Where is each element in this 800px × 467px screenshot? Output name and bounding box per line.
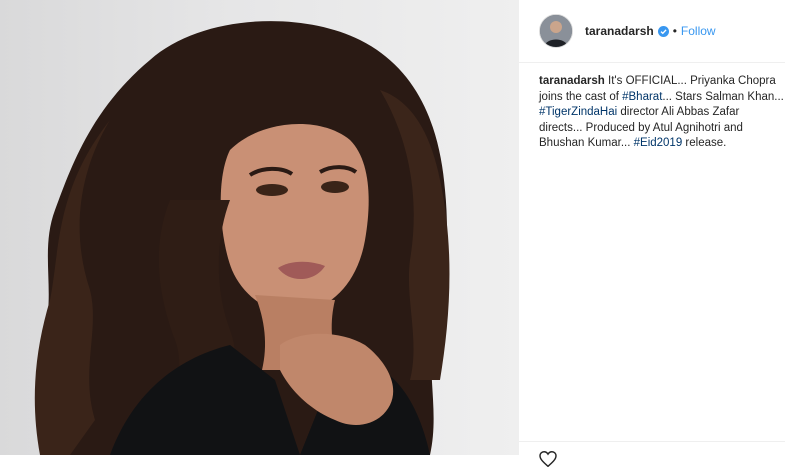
heart-icon[interactable] [539,451,557,467]
hashtag-link[interactable]: #Eid2019 [634,137,683,149]
separator-dot: • [672,24,677,38]
post-sidebar: taranadarsh • Follow taranadarsh It's OF… [518,0,800,467]
follow-button[interactable]: Follow [681,24,716,38]
header-username[interactable]: taranadarsh [585,24,654,38]
post-header: taranadarsh • Follow [519,0,785,63]
avatar[interactable] [539,14,573,48]
avatar-image [540,15,572,47]
scrollbar[interactable] [787,0,800,455]
hashtag-link[interactable]: #Bharat [622,91,662,103]
post-caption: taranadarsh It's OFFICIAL... Priyanka Ch… [539,74,785,152]
actions-bar [519,441,785,467]
caption-text: ... Stars Salman Khan... [662,90,784,103]
instagram-post: taranadarsh • Follow taranadarsh It's OF… [0,0,800,467]
hashtag-link[interactable]: #TigerZindaHai [539,106,617,118]
caption-text: release. [682,137,727,149]
caption-username[interactable]: taranadarsh [539,75,605,87]
portrait-illustration [34,21,450,455]
verified-badge-icon [657,25,669,37]
post-photo[interactable] [0,0,518,455]
